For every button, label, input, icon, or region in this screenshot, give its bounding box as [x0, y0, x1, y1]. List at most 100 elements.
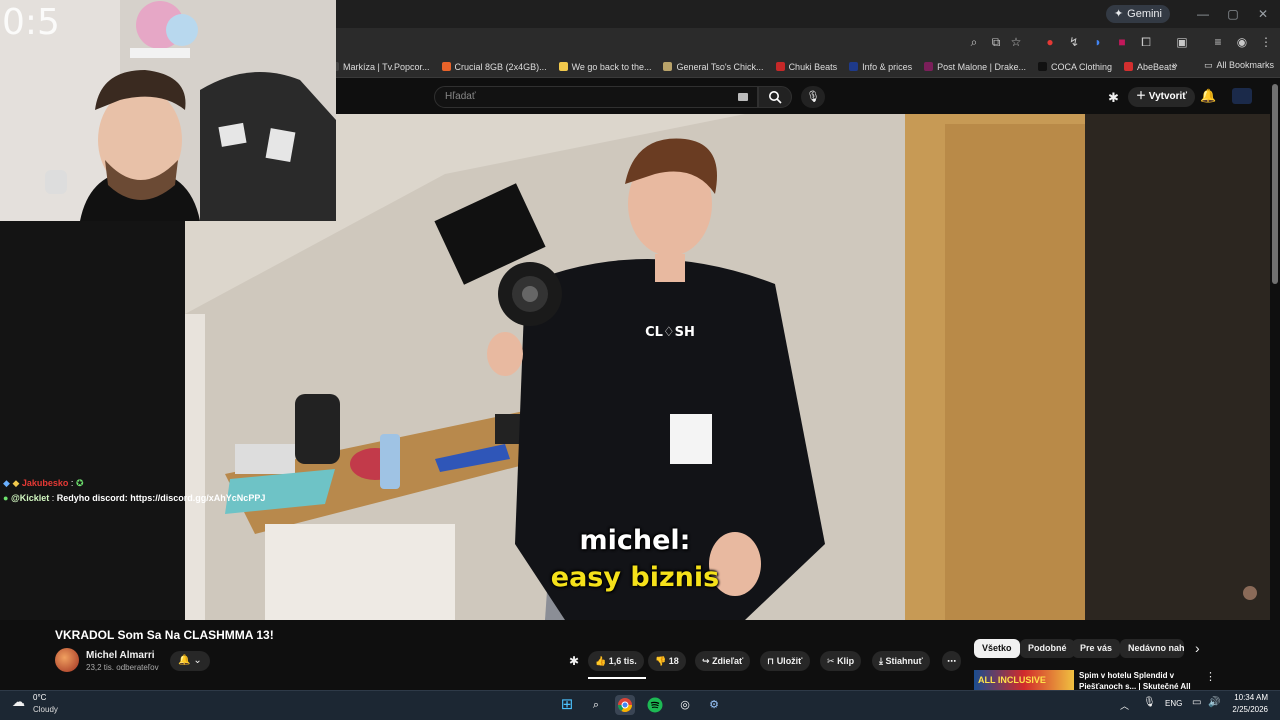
chevron-right-icon[interactable]: »	[1172, 60, 1178, 71]
chevron-up-icon[interactable]: ︿	[1120, 699, 1129, 712]
install-icon[interactable]: ⧉	[988, 34, 1004, 50]
app-icon[interactable]: ◎	[675, 695, 695, 715]
bookmark-item[interactable]: Markíza | Tv.Popcor...	[330, 62, 430, 72]
chip-for-you[interactable]: Pre vás	[1072, 639, 1121, 658]
avatar[interactable]	[1232, 88, 1252, 104]
gear-icon[interactable]: ✱	[1108, 90, 1119, 106]
search-icon	[769, 91, 782, 104]
bookmark-favicon-icon	[1124, 62, 1134, 71]
star-icon[interactable]: ☆	[1008, 34, 1024, 50]
search-button[interactable]	[758, 86, 792, 108]
steam-icon[interactable]: ⚙	[704, 695, 724, 715]
chat-overlay: ◆ ◆ Jakubesko : ✪ ● @Kicklet : Redyho di…	[3, 478, 266, 507]
plus-icon: ＋	[1136, 91, 1146, 102]
download-button[interactable]: ⤓ Stiahnuť	[872, 651, 930, 671]
share-button[interactable]: ↪ Zdieľať	[695, 651, 751, 671]
scissors-icon: ✂	[827, 656, 835, 666]
bookmark-item[interactable]: We go back to the...	[558, 62, 651, 72]
gear-icon[interactable]: ✱	[569, 654, 579, 668]
subtitle-line-1: michel:	[579, 525, 691, 556]
bookmark-favicon-icon	[663, 62, 673, 71]
bookmark-item[interactable]: COCA Clothing	[1038, 62, 1112, 72]
gemini-label: Gemini	[1127, 8, 1162, 20]
weather-condition[interactable]: Cloudy	[33, 705, 58, 714]
windows-start-icon[interactable]: ⊞	[557, 695, 577, 715]
badge-icon: ◆	[12, 478, 20, 488]
microphone-icon[interactable]: 🎙	[801, 86, 825, 108]
chat-message: ● @Kicklet : Redyho discord: https://dis…	[3, 493, 266, 503]
download-icon: ⤓	[879, 656, 883, 666]
clock-time[interactable]: 10:34 AM	[1228, 693, 1268, 702]
gemini-button[interactable]: ✦ Gemini	[1105, 5, 1170, 23]
create-button[interactable]: ＋ Vytvoriť	[1128, 87, 1196, 107]
subscription-bell-button[interactable]: 🔔 ⌄	[170, 651, 210, 671]
menu-lines-icon[interactable]: ≡	[1210, 34, 1226, 50]
shirt-logo: CL♢SH	[645, 325, 695, 340]
badge-icon: ◆	[3, 478, 10, 488]
bookmark-item[interactable]: AbeBeats	[1124, 62, 1176, 72]
puzzle-icon[interactable]: ⧠	[1138, 34, 1154, 50]
like-underline	[588, 677, 646, 679]
profile-icon[interactable]: ◉	[1234, 34, 1250, 50]
search-input[interactable]: Hľadať	[434, 86, 758, 108]
bell-icon[interactable]: 🔔	[1200, 88, 1216, 104]
taskbar	[0, 690, 1280, 720]
more-icon[interactable]: ⋮	[1258, 34, 1274, 50]
weather-temp[interactable]: 0°C	[33, 693, 46, 702]
extension-icon[interactable]: ◗	[1090, 34, 1106, 50]
bookmark-item[interactable]: Chuki Beats	[775, 62, 837, 72]
volume-icon[interactable]: 🔊	[1208, 697, 1220, 708]
bookmark-item[interactable]: Post Malone | Drake...	[924, 62, 1026, 72]
network-icon[interactable]: ▭	[1192, 697, 1201, 708]
cloud-icon[interactable]: ☁	[12, 694, 25, 710]
bookmark-list: Markíza | Tv.Popcor... Crucial 8GB (2x4GB…	[330, 62, 1188, 72]
chevron-down-icon: ⌄	[190, 655, 202, 666]
thumbs-down-icon: 👎	[655, 656, 667, 666]
bookmark-item[interactable]: Info & prices	[849, 62, 912, 72]
clock-date[interactable]: 2/25/2026	[1222, 705, 1268, 714]
extension-icon[interactable]: ↯	[1066, 34, 1082, 50]
stream-timer: 0:5	[2, 2, 60, 43]
search-icon[interactable]: ⌕	[586, 695, 606, 715]
channel-avatar[interactable]	[55, 648, 79, 672]
chat-username: Jakubesko	[21, 478, 69, 488]
sparkle-icon: ✦	[1113, 8, 1124, 20]
sidepanel-icon[interactable]: ▣	[1174, 34, 1190, 50]
recommendation-thumbnail[interactable]: ALL INCLUSIVE	[974, 670, 1074, 690]
video-title: VKRADOL Som Sa Na CLASHMMA 13!	[55, 628, 274, 642]
all-bookmarks[interactable]: ▭ All Bookmarks	[1204, 60, 1274, 71]
thumbs-up-icon: 👍	[595, 656, 607, 666]
more-actions-button[interactable]: ⋯	[942, 651, 961, 671]
chevron-right-icon[interactable]: ›	[1195, 640, 1200, 656]
extension-icon[interactable]: ■	[1114, 34, 1130, 50]
zoom-icon[interactable]: ⌕	[966, 34, 982, 50]
folder-icon: ▭	[1204, 60, 1213, 70]
maximize-icon[interactable]: ▢	[1218, 4, 1248, 24]
more-icon[interactable]: ⋮	[1205, 670, 1216, 683]
chip-related[interactable]: Podobné	[1020, 639, 1075, 658]
chip-recent[interactable]: Nedávno nahra	[1120, 639, 1184, 658]
dislike-button[interactable]: 👎 18	[648, 651, 686, 671]
microphone-icon[interactable]: 🎙	[1143, 697, 1156, 708]
bookmark-item[interactable]: Crucial 8GB (2x4GB)...	[441, 62, 547, 72]
scrollbar[interactable]	[1272, 84, 1278, 284]
bookmark-favicon-icon	[775, 62, 785, 71]
close-icon[interactable]: ✕	[1248, 4, 1278, 24]
emote-icon: ✪	[75, 478, 84, 488]
subtitle-line-2: easy biznis	[550, 562, 720, 593]
channel-name[interactable]: Michel Almarri	[86, 650, 155, 661]
keyboard-icon[interactable]	[738, 93, 748, 101]
save-button[interactable]: ⊓ Uložiť	[760, 651, 810, 671]
extension-icon[interactable]: ●	[1042, 34, 1058, 50]
spotify-icon[interactable]	[645, 695, 665, 715]
bookmark-favicon-icon	[924, 62, 934, 71]
chip-all[interactable]: Všetko	[974, 639, 1020, 658]
language-indicator[interactable]: ENG	[1165, 699, 1182, 708]
bookmark-item[interactable]: General Tso's Chick...	[663, 62, 764, 72]
recommendation-title[interactable]: Spim v hotelu Splendid v Piešťanoch s...…	[1079, 670, 1199, 690]
bookmark-favicon-icon	[1038, 62, 1047, 71]
minimize-icon[interactable]: —	[1188, 4, 1218, 24]
clip-button[interactable]: ✂ Klip	[820, 651, 862, 671]
like-button[interactable]: 👍 1,6 tis.	[588, 651, 644, 671]
chrome-icon[interactable]	[615, 695, 635, 715]
